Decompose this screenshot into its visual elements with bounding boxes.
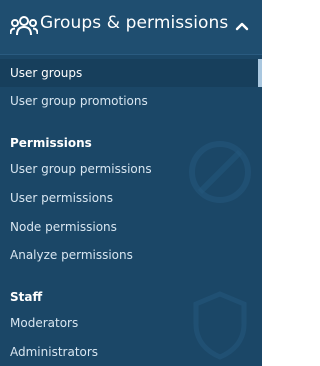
sidebar-item-user-groups[interactable]: User groups (0, 59, 262, 87)
header-divider (0, 54, 262, 55)
section-heading-staff: Staff (10, 290, 43, 304)
sidebar-item-label: Moderators (10, 316, 79, 330)
sidebar-item-user-group-promotions[interactable]: User group promotions (0, 87, 262, 115)
chevron-up-icon[interactable] (235, 21, 249, 31)
sidebar-item-user-permissions[interactable]: User permissions (0, 184, 262, 212)
section-header-groups-permissions[interactable]: Groups & permissions (0, 0, 262, 54)
sidebar-item-label: User permissions (10, 191, 113, 205)
sidebar-item-label: User groups (10, 66, 83, 80)
sidebar-item-label: Node permissions (10, 220, 117, 234)
sidebar-item-label: User group permissions (10, 162, 152, 176)
sidebar-item-node-permissions[interactable]: Node permissions (0, 213, 262, 241)
users-group-icon (10, 16, 38, 36)
sidebar-item-analyze-permissions[interactable]: Analyze permissions (0, 241, 262, 269)
sidebar-item-administrators[interactable]: Administrators (0, 338, 262, 366)
section-title: Groups & permissions (40, 13, 229, 33)
sidebar-item-label: Analyze permissions (10, 248, 133, 262)
sidebar-item-label: User group promotions (10, 94, 148, 108)
sidebar-item-user-group-permissions[interactable]: User group permissions (0, 155, 262, 183)
sidebar: Groups & permissions User groups User gr… (0, 0, 262, 366)
sidebar-item-label: Administrators (10, 345, 99, 359)
active-indicator (258, 59, 262, 87)
sidebar-item-moderators[interactable]: Moderators (0, 309, 262, 337)
section-heading-permissions: Permissions (10, 136, 92, 150)
